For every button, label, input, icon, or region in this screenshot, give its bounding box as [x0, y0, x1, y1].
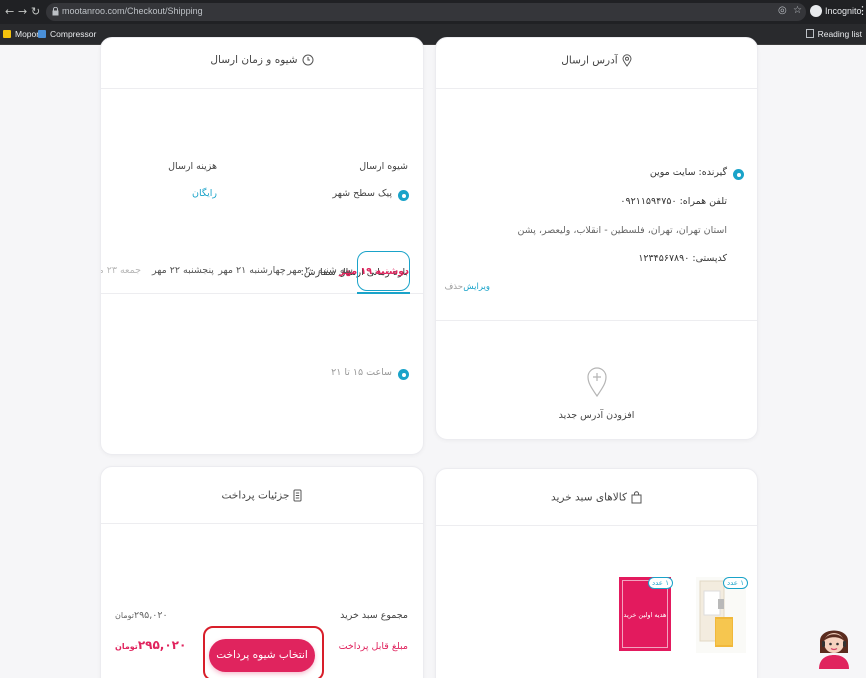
- card-header: جزئیات پرداخت: [101, 467, 423, 524]
- reading-list-icon: [805, 29, 814, 38]
- reading-list[interactable]: Reading list: [805, 29, 862, 39]
- checkout-page: شیوه و زمان ارسال شیوه ارسال هزینه ارسال…: [0, 37, 866, 678]
- support-avatar[interactable]: [812, 619, 856, 669]
- card-header: شیوه و زمان ارسال: [101, 38, 423, 89]
- back-icon[interactable]: ←: [5, 5, 14, 18]
- cost-value: رایگان: [192, 188, 217, 199]
- tab-day-monday[interactable]: دوشنبه ۱۹ مهر: [339, 251, 410, 291]
- bookmark-mopon[interactable]: Mopon: [3, 29, 41, 39]
- card-title: شیوه و زمان ارسال: [101, 54, 423, 66]
- shopping-bag-icon: [631, 491, 642, 504]
- active-tab-indicator: [357, 292, 410, 294]
- location-pin-icon: [622, 54, 632, 67]
- tab-day-thursday[interactable]: پنجشنبه ۲۲ مهر: [148, 251, 218, 291]
- subtotal-amount: ۲۹۵,۰۲۰تومان: [115, 610, 168, 621]
- menu-icon[interactable]: ⋮: [857, 4, 866, 17]
- card-header: کالاهای سبد خرید: [436, 469, 757, 526]
- gift-card-text: هدیه اولین خرید: [623, 611, 667, 619]
- add-address-button[interactable]: افزودن آدرس جدید: [436, 366, 757, 436]
- add-address-label: افزودن آدرس جدید: [558, 410, 635, 421]
- eye-off-icon[interactable]: ◎: [778, 5, 787, 16]
- method-value: پیک سطح شهر: [332, 188, 392, 199]
- subtotal-label: مجموع سبد خرید: [340, 610, 408, 621]
- method-header: شیوه ارسال: [359, 161, 408, 172]
- edit-address-link[interactable]: ویرایش: [463, 282, 490, 292]
- cart-items-card: کالاهای سبد خرید ۱ عدد هدیه اولین خرید ۱…: [435, 468, 758, 678]
- lock-icon: [52, 7, 59, 16]
- cost-header: هزینه ارسال: [168, 161, 217, 172]
- time-slot: ساعت ۱۵ تا ۲۱: [331, 367, 392, 378]
- reload-icon[interactable]: ↻: [31, 5, 40, 18]
- time-slot-radio[interactable]: [398, 369, 409, 380]
- address-recipient: گیرنده: سایت موین: [649, 167, 727, 178]
- cart-item-quantity: ۱ عدد: [723, 577, 748, 589]
- bookmark-icon: [3, 30, 11, 38]
- payable-amount: ۲۹۵,۰۲۰تومان: [115, 638, 187, 652]
- card-title: آدرس ارسال: [436, 54, 757, 67]
- tab-day-friday[interactable]: جمعه ۲۳ مهر: [101, 251, 147, 291]
- address-bar[interactable]: mootanroo.com/Checkout/Shipping ◎ ☆: [46, 3, 806, 21]
- bookmark-compressor[interactable]: Compressor: [38, 29, 96, 39]
- card-title: کالاهای سبد خرید: [436, 491, 757, 504]
- address-radio[interactable]: [733, 169, 744, 180]
- shipping-method-card: شیوه و زمان ارسال شیوه ارسال هزینه ارسال…: [100, 37, 424, 455]
- tab-day-wednesday[interactable]: چهارشنبه ۲۱ مهر: [218, 251, 286, 291]
- folder-icon: [38, 30, 46, 38]
- address-location: استان تهران، تهران، فلسطین - انقلاب، ولی…: [517, 225, 727, 236]
- method-radio[interactable]: [398, 190, 409, 201]
- cart-item-quantity: ۱ عدد: [648, 577, 673, 589]
- clock-icon: [302, 54, 314, 66]
- address-divider: [436, 320, 757, 321]
- address-phone: تلفن همراه: ۰۹۲۱۱۵۹۴۷۵۰: [620, 196, 727, 207]
- address-card: آدرس ارسال گیرنده: سایت موین تلفن همراه:…: [435, 37, 758, 440]
- url-text: mootanroo.com/Checkout/Shipping: [62, 6, 203, 16]
- browser-toolbar: ← → ↻ mootanroo.com/Checkout/Shipping ◎ …: [0, 0, 866, 24]
- card-title: جزئیات پرداخت: [101, 489, 423, 502]
- incognito-icon: [810, 5, 822, 17]
- add-location-icon: [587, 367, 607, 398]
- address-postal-code: کدپستی: ۱۲۳۴۵۶۷۸۹۰: [638, 253, 727, 264]
- card-header: آدرس ارسال: [436, 38, 757, 89]
- star-icon[interactable]: ☆: [793, 5, 802, 16]
- tab-day-tuesday[interactable]: سه شنبه ۲۰ مهر: [285, 251, 355, 291]
- support-agent-icon: [819, 630, 849, 669]
- incognito-indicator[interactable]: Incognito: [810, 5, 862, 17]
- receipt-icon: [293, 489, 302, 502]
- forward-icon[interactable]: →: [18, 5, 27, 18]
- select-payment-method-button[interactable]: انتخاب شیوه پرداخت: [209, 639, 315, 672]
- payable-label: مبلغ قابل پرداخت: [338, 641, 408, 652]
- delete-address-link[interactable]: حذف: [444, 282, 463, 292]
